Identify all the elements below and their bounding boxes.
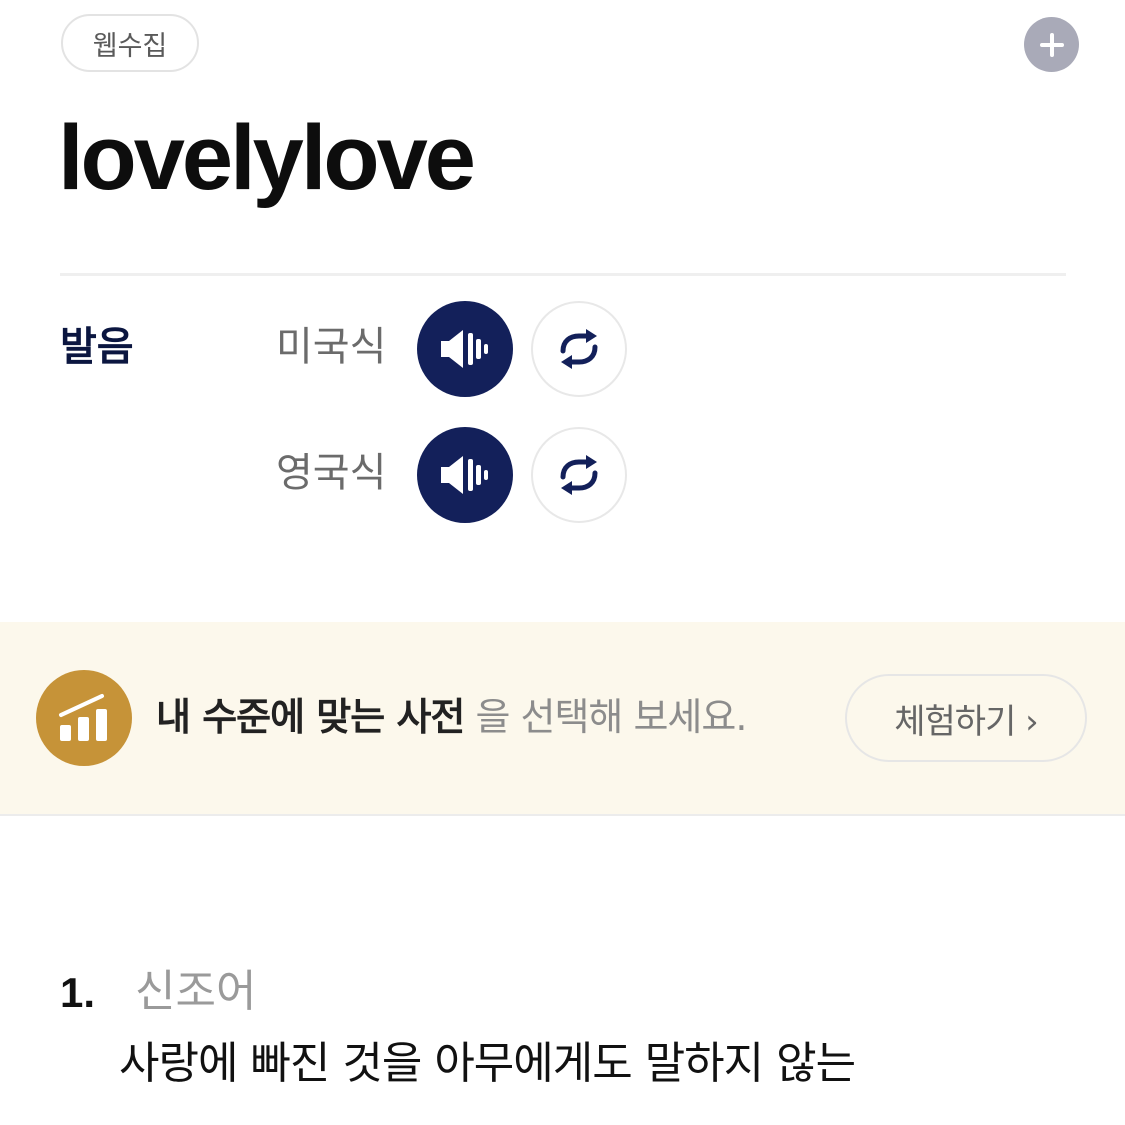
try-level-dictionary-button[interactable]: 체험하기 › bbox=[845, 674, 1087, 762]
repeat-uk-pronunciation-button[interactable] bbox=[531, 427, 627, 523]
bar-chart-icon bbox=[59, 694, 107, 741]
definition-text: 사랑에 빠진 것을 아무에게도 말하지 않는 bbox=[119, 1038, 856, 1089]
divider bbox=[60, 273, 1066, 276]
add-to-wordbook-button[interactable] bbox=[1024, 17, 1079, 72]
definition-category: 신조어 bbox=[135, 966, 257, 1017]
accent-label-uk: 영국식 bbox=[276, 450, 387, 496]
try-button-label: 체험하기 › bbox=[894, 701, 1039, 742]
banner-highlight: 내 수준에 맞는 사전 bbox=[156, 695, 465, 739]
definition-number: 1. bbox=[60, 969, 96, 1016]
banner-message: 내 수준에 맞는 사전 을 선택해 보세요. bbox=[156, 692, 747, 742]
play-us-pronunciation-button[interactable] bbox=[417, 301, 513, 397]
level-icon-badge bbox=[36, 670, 132, 766]
repeat-icon bbox=[560, 455, 598, 495]
play-uk-pronunciation-button[interactable] bbox=[417, 427, 513, 523]
speaker-icon bbox=[441, 456, 488, 494]
divider bbox=[0, 814, 1125, 816]
headword: lovelylove bbox=[58, 107, 476, 209]
banner-rest: 을 선택해 보세요. bbox=[475, 695, 747, 739]
accent-label-us: 미국식 bbox=[276, 324, 387, 370]
repeat-us-pronunciation-button[interactable] bbox=[531, 301, 627, 397]
source-tag[interactable]: 웹수집 bbox=[61, 14, 199, 72]
pronunciation-title: 발음 bbox=[60, 324, 134, 370]
plus-icon bbox=[1039, 32, 1064, 57]
speaker-icon bbox=[441, 330, 488, 368]
source-tag-label: 웹수집 bbox=[92, 30, 168, 62]
repeat-icon bbox=[560, 329, 598, 369]
